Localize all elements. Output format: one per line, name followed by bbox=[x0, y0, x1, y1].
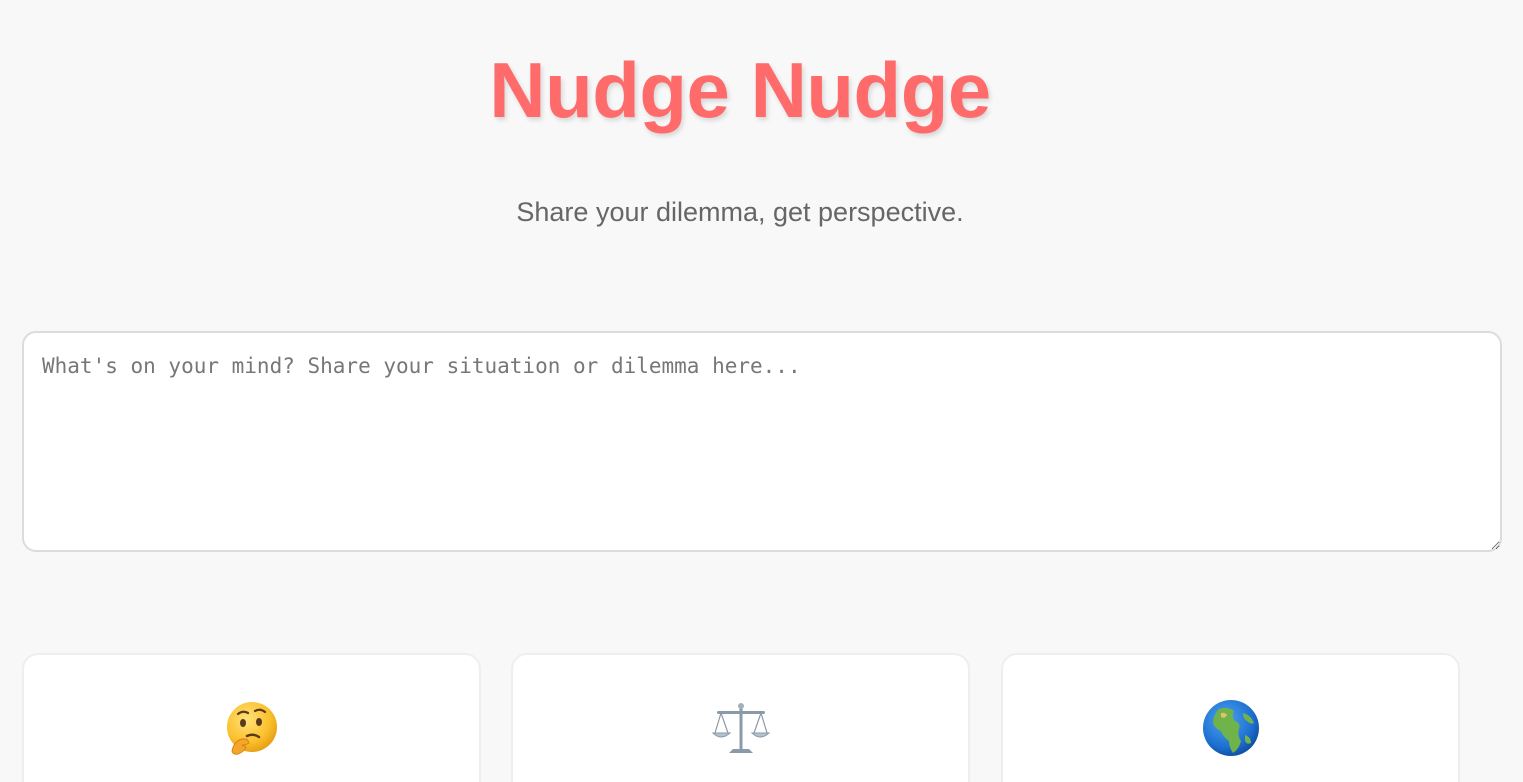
dilemma-input[interactable] bbox=[22, 331, 1502, 552]
page-subtitle: Share your dilemma, get perspective. bbox=[516, 197, 964, 227]
perspective-card-thinking[interactable] bbox=[22, 653, 481, 782]
page-title: Nudge Nudge bbox=[489, 46, 991, 134]
perspective-card-balance[interactable] bbox=[511, 653, 970, 782]
globe-icon bbox=[1201, 699, 1261, 759]
page: Nudge Nudge Share your dilemma, get pers… bbox=[0, 0, 1523, 782]
balance-scale-icon bbox=[711, 699, 771, 759]
thinking-face-icon bbox=[222, 699, 282, 759]
perspective-card-globe[interactable] bbox=[1001, 653, 1460, 782]
